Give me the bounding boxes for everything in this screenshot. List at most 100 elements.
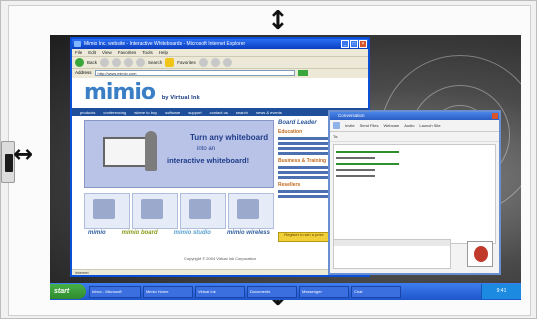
stop-icon[interactable] [112,58,122,67]
ie-icon [74,41,81,47]
invite-icon[interactable] [333,122,340,129]
resize-arrow-top-icon[interactable]: ↕ [267,8,289,34]
chat-format-bar[interactable] [334,240,450,246]
presenter-image [145,131,157,171]
back-label[interactable]: Back [87,60,97,65]
hero-line-2: into an [197,146,216,152]
nav-contact[interactable]: contact us [210,110,228,115]
favorites-button[interactable]: Favorites [177,60,196,65]
whiteboard-frame: ↕ ↕ ↔ ↔ Mimio Inc. website - Interactive… [0,0,537,319]
browser-title-bar[interactable]: Mimio Inc. website - Interactive Whitebo… [72,39,368,49]
window-controls: _ □ × [341,40,367,48]
mimio-logo[interactable]: mimio by Virtual Ink [84,80,200,105]
chat-message [336,169,376,171]
nav-products[interactable]: products [80,110,95,115]
product-image-board[interactable] [132,193,178,229]
sidebar-link[interactable] [278,142,330,145]
sidebar-link[interactable] [278,195,330,198]
chat-tool-files[interactable]: Send Files [360,123,379,128]
system-tray-clock[interactable]: 9:41 [481,284,521,299]
chat-message [336,151,399,153]
address-bar: Address http://www.mimio.com [72,68,368,76]
taskbar-item[interactable]: Chat [351,285,401,298]
chat-title-bar[interactable]: Conversation [330,112,499,120]
chat-message [336,163,399,165]
chat-title: Conversation [338,113,365,118]
browser-window[interactable]: Mimio Inc. website - Interactive Whitebo… [70,37,370,277]
back-icon[interactable] [75,58,84,67]
mimio-capture-icon [5,154,13,172]
promo-button[interactable]: Register to win a prize [278,232,330,242]
product-name-mimio[interactable]: mimio [88,230,106,240]
close-icon[interactable]: × [359,40,367,48]
chat-tool-invite[interactable]: Invite [345,123,355,128]
hero-banner[interactable]: Turn any whiteboard into an interactive … [84,120,274,188]
avatar [467,241,493,267]
resize-arrow-left-icon[interactable]: ↔ [13,142,33,166]
print-icon[interactable] [222,58,232,67]
product-names: mimio mimio board mimio studio mimio wir… [84,230,274,240]
chat-message [336,175,376,177]
nav-where-to-buy[interactable]: where to buy [134,110,157,115]
chat-tool-webcam[interactable]: Webcam [383,123,399,128]
start-button[interactable]: start [50,284,86,299]
chat-toolbar: Invite Send Files Webcam Audio Launch Si… [330,120,499,132]
sidebar-link[interactable] [278,171,330,174]
home-icon[interactable] [136,58,146,67]
go-button[interactable] [297,69,308,76]
menu-tools[interactable]: Tools [142,49,153,56]
taskbar: start Inbox - Microsoft Mimio Home Virtu… [50,283,521,300]
projected-desktop: Mimio Inc. website - Interactive Whitebo… [50,35,521,300]
whiteboard-image [103,137,147,167]
mail-icon[interactable] [210,58,220,67]
taskbar-item[interactable]: Mimio Home [143,285,193,298]
menu-favorites[interactable]: Favorites [118,49,137,56]
site-nav: products conferencing where to buy softw… [72,108,368,116]
address-label: Address [75,70,92,75]
maximize-icon[interactable]: □ [350,40,358,48]
web-page: mimio by Virtual Ink products conferenci… [72,78,368,273]
chat-window[interactable]: Conversation Invite Send Files Webcam Au… [328,110,501,275]
product-images [84,193,274,229]
chat-input[interactable] [333,239,451,269]
sidebar-link[interactable] [278,152,330,155]
taskbar-item[interactable]: Documents [247,285,297,298]
search-button[interactable]: Search [148,60,162,65]
product-image-mimio[interactable] [84,193,130,229]
taskbar-item[interactable]: Messenger [299,285,349,298]
address-input[interactable]: http://www.mimio.com [94,69,295,76]
chat-recipient: To: [330,132,499,142]
minimize-icon[interactable]: _ [341,40,349,48]
chat-history [333,144,496,244]
browser-status-bar: Internet [72,269,368,275]
browser-toolbar: Back Search Favorites [72,56,368,68]
taskbar-item[interactable]: Virtual Ink [195,285,245,298]
close-icon[interactable] [492,113,498,119]
product-name-studio[interactable]: mimio studio [174,230,211,240]
nav-conferencing[interactable]: conferencing [103,110,126,115]
refresh-icon[interactable] [124,58,134,67]
nav-support[interactable]: support [188,110,201,115]
menu-help[interactable]: Help [159,49,168,56]
taskbar-item[interactable]: Inbox - Microsoft [89,285,141,298]
hero-line-3: interactive whiteboard! [167,156,250,165]
chat-tool-launch[interactable]: Launch Site [419,123,440,128]
nav-search[interactable]: search [236,110,248,115]
menu-file[interactable]: File [75,49,82,56]
forward-icon[interactable] [100,58,110,67]
product-image-studio[interactable] [180,193,226,229]
browser-title: Mimio Inc. website - Interactive Whitebo… [84,41,246,47]
chat-tool-audio[interactable]: Audio [404,123,414,128]
nav-news[interactable]: news & events [256,110,282,115]
product-name-wireless[interactable]: mimio wireless [227,230,270,240]
product-name-board[interactable]: mimio board [122,230,158,240]
media-icon[interactable] [198,58,208,67]
favorites-icon[interactable] [165,58,175,67]
menu-edit[interactable]: Edit [88,49,96,56]
product-image-wireless[interactable] [228,193,274,229]
nav-software[interactable]: software [165,110,180,115]
site-footer: Copyright © 2004 Virtual Ink Corporation [183,256,257,261]
menu-view[interactable]: View [102,49,112,56]
browser-menu-bar: File Edit View Favorites Tools Help [72,49,368,56]
chat-message [336,157,376,159]
